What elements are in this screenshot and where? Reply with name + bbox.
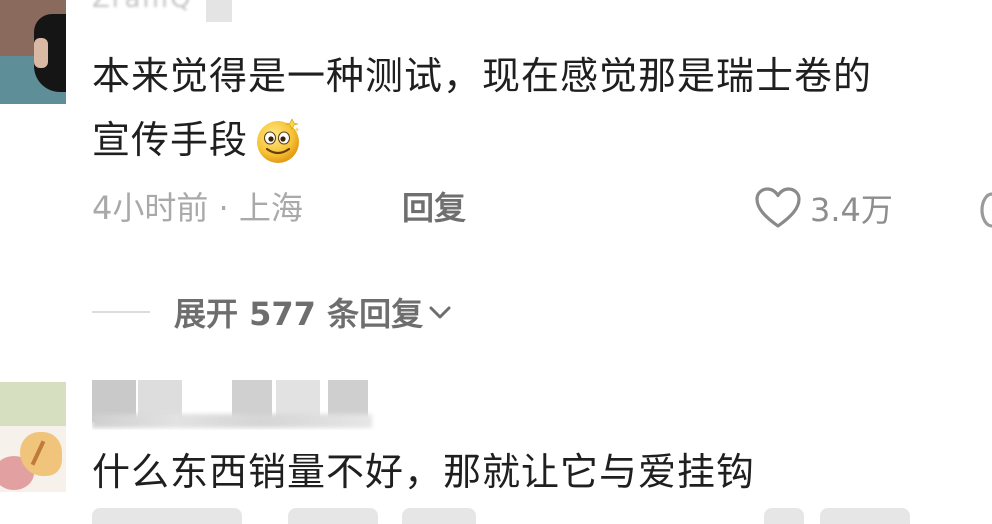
dizzy-smile-emoji-icon (257, 117, 301, 163)
heart-outline-icon (755, 187, 801, 228)
reply-button[interactable]: 回复 (402, 186, 466, 230)
divider (92, 311, 150, 313)
expand-replies-button[interactable]: 展开 577 条回复 (92, 290, 455, 334)
chevron-down-icon (429, 306, 451, 319)
comment-time: 4小时前 (92, 189, 209, 227)
username[interactable]: ZraniQ (92, 0, 232, 22)
expand-replies-label: 展开 577 条回复 (174, 295, 424, 333)
comment-meta-cropped (92, 508, 992, 524)
comment-text-line2: 宣传手段 (92, 118, 249, 162)
meta-separator: · (208, 189, 239, 227)
like-button[interactable]: 3.4万 (754, 184, 893, 232)
like-count: 3.4万 (810, 191, 893, 229)
avatar[interactable] (0, 0, 66, 104)
username-blurred[interactable] (92, 380, 382, 430)
comment-text: 什么东西销量不好，那就让它与爱挂钩 (92, 450, 756, 494)
avatar[interactable] (0, 382, 66, 492)
comment-text: 宣传手段 (92, 112, 304, 168)
comment-text: 本来觉得是一种测试，现在感觉那是瑞士卷的 (92, 54, 873, 98)
comment-meta: 4小时前 · 上海 (92, 186, 303, 230)
dislike-icon[interactable] (978, 190, 992, 230)
comment-list: ZraniQ 本来觉得是一种测试，现在感觉那是瑞士卷的 宣传手段 4小时前 · … (0, 0, 992, 524)
comment-location: 上海 (238, 189, 303, 227)
